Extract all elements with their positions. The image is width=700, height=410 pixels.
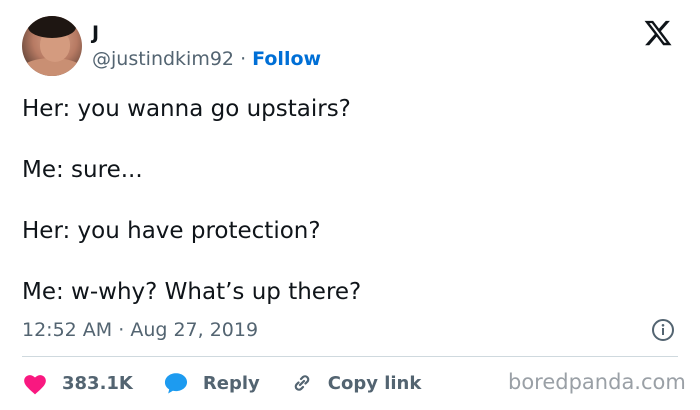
avatar-hair: [28, 16, 76, 38]
author-handle-row: @justindkim92 · Follow: [92, 48, 321, 70]
speech-bubble-icon: [164, 373, 187, 394]
link-icon: [294, 375, 310, 391]
heart-icon: [24, 375, 46, 395]
tweet-timestamp[interactable]: 12:52 AM · Aug 27, 2019: [22, 318, 258, 342]
watermark: boredpanda.com: [508, 370, 686, 394]
handle-separator: ·: [240, 48, 247, 70]
like-count: 383.1K: [62, 372, 133, 394]
tweet-card: J @justindkim92 · Follow Her: you wanna …: [0, 0, 700, 410]
action-bar: 383.1K Reply Copy link: [22, 368, 451, 398]
x-logo-icon[interactable]: [642, 18, 674, 48]
tweet-line: Her: you wanna go upstairs?: [22, 96, 351, 122]
like-button[interactable]: 383.1K: [22, 371, 133, 395]
tweet-time: 12:52 AM: [22, 319, 113, 341]
avatar[interactable]: [22, 16, 82, 76]
info-icon[interactable]: [651, 318, 675, 342]
tweet-line: Me: sure...: [22, 157, 143, 183]
reply-button[interactable]: Reply: [163, 371, 260, 395]
author-handle[interactable]: @justindkim92: [92, 48, 234, 70]
copy-link-label: Copy link: [327, 372, 422, 394]
tweet-body: Her: you wanna go upstairs? Me: sure... …: [22, 94, 682, 338]
tweet-line: Me: w-why? What’s up there?: [22, 279, 362, 305]
follow-button[interactable]: Follow: [252, 48, 321, 70]
author-name[interactable]: J: [92, 22, 99, 44]
copy-link-button[interactable]: Copy link: [290, 371, 422, 395]
tweet-line: Her: you have protection?: [22, 218, 321, 244]
divider: [22, 356, 678, 357]
meta-separator: ·: [118, 319, 125, 341]
tweet-date: Aug 27, 2019: [130, 319, 259, 341]
reply-label: Reply: [202, 372, 260, 394]
